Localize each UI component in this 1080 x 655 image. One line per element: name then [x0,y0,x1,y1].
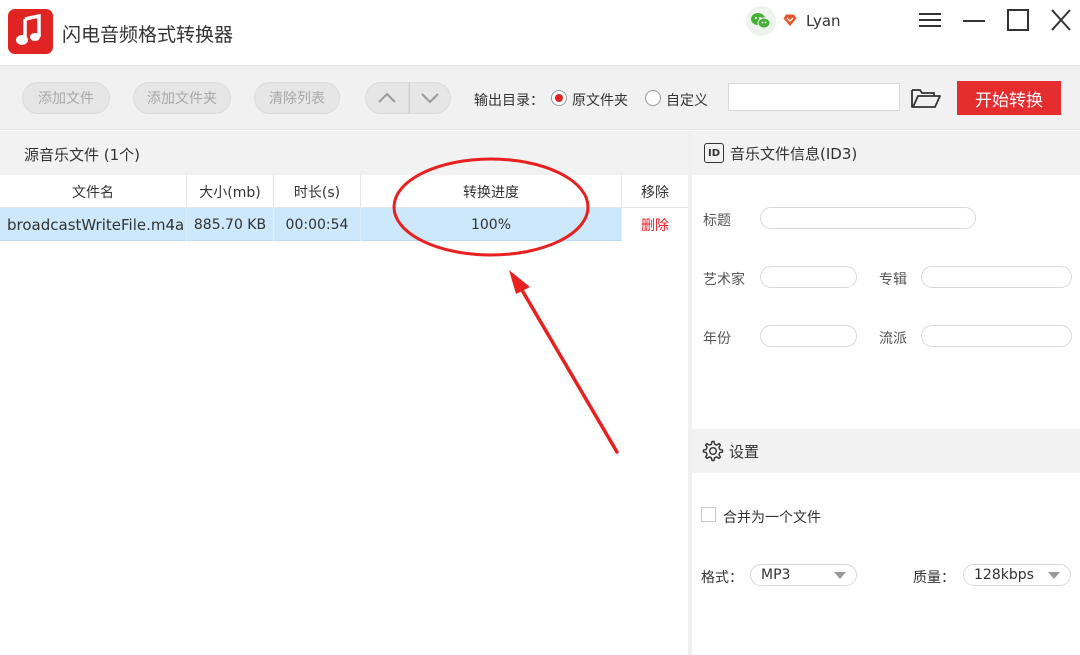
move-up-button[interactable] [365,82,409,114]
year-field-label: 年份 [703,331,731,347]
cell-duration: 00:00:54 [274,208,361,241]
chevron-down-icon [1048,572,1060,579]
column-header-size[interactable]: 大小(mb) [187,175,274,208]
settings-header: 设置 [692,429,1080,473]
start-convert-button[interactable]: 开始转换 [957,81,1061,115]
id-badge-icon: ID [704,143,724,163]
column-header-duration[interactable]: 时长(s) [274,175,361,208]
toolbar: 添加文件 添加文件夹 清除列表 输出目录： 原文件夹 自定义 开始转换 [0,66,1080,130]
column-header-progress[interactable]: 转换进度 [361,175,622,208]
artist-field-label: 艺术家 [703,272,745,288]
file-list-header: 源音乐文件 (1个) [0,131,688,175]
app-title: 闪电音频格式转换器 [62,24,234,46]
wechat-icon[interactable] [746,6,776,36]
chevron-down-icon [834,572,846,579]
id3-title: 音乐文件信息(ID3) [730,145,858,163]
table-row[interactable]: broadcastWriteFile.m4a 885.70 KB 00:00:5… [0,208,688,241]
genre-input[interactable] [921,325,1072,347]
column-header-filename[interactable]: 文件名 [0,175,187,208]
genre-field-label: 流派 [879,331,907,347]
quality-select[interactable]: 128kbps [963,564,1071,586]
cell-progress: 100% [361,208,622,241]
output-path-input[interactable] [728,83,900,111]
folder-open-icon[interactable] [910,86,942,110]
output-directory-label: 输出目录： [474,93,544,109]
move-down-button[interactable] [409,82,451,114]
add-folder-button[interactable]: 添加文件夹 [133,82,231,114]
artist-input[interactable] [760,266,857,288]
radio-custom-folder-label[interactable]: 自定义 [666,90,708,110]
cell-filename: broadcastWriteFile.m4a [0,208,187,241]
cell-remove: 删除 [622,208,688,241]
annotation-arrow-head [509,270,530,294]
chevron-down-icon [421,93,439,104]
column-header-remove[interactable]: 移除 [622,175,688,208]
title-field-label: 标题 [703,213,731,229]
quality-select-value: 128kbps [974,567,1034,583]
app-logo-icon [8,9,53,54]
vip-badge-icon [782,12,798,28]
title-bar: 闪电音频格式转换器 Lyan [0,0,1080,66]
chevron-up-icon [378,92,396,103]
panel-divider [688,131,692,655]
format-label: 格式： [701,570,743,586]
gear-icon [702,440,724,462]
year-input[interactable] [760,325,857,347]
radio-source-folder-label[interactable]: 原文件夹 [572,90,628,110]
format-select-value: MP3 [761,567,791,583]
annotation-arrow-shaft [517,283,619,454]
album-field-label: 专辑 [879,272,907,288]
quality-label: 质量： [913,570,955,586]
merge-checkbox[interactable] [701,507,716,522]
user-name[interactable]: Lyan [806,12,841,30]
menu-icon[interactable] [912,6,948,36]
id3-header: ID 音乐文件信息(ID3) [692,131,1080,175]
radio-source-folder[interactable] [551,90,567,106]
close-icon[interactable] [1043,6,1079,36]
minimize-icon[interactable] [956,6,992,36]
clear-list-button[interactable]: 清除列表 [254,82,340,114]
maximize-icon[interactable] [1000,6,1036,36]
radio-custom-folder[interactable] [645,90,661,106]
add-file-button[interactable]: 添加文件 [22,82,110,114]
file-table-header: 文件名 大小(mb) 时长(s) 转换进度 移除 [0,175,688,208]
format-select[interactable]: MP3 [750,564,857,586]
title-input[interactable] [760,207,976,229]
merge-checkbox-label[interactable]: 合并为一个文件 [723,507,821,527]
cell-size: 885.70 KB [187,208,274,241]
delete-link[interactable]: 删除 [622,208,688,241]
file-list-title: 源音乐文件 (1个) [24,146,141,164]
settings-title: 设置 [729,443,760,461]
album-input[interactable] [921,266,1072,288]
